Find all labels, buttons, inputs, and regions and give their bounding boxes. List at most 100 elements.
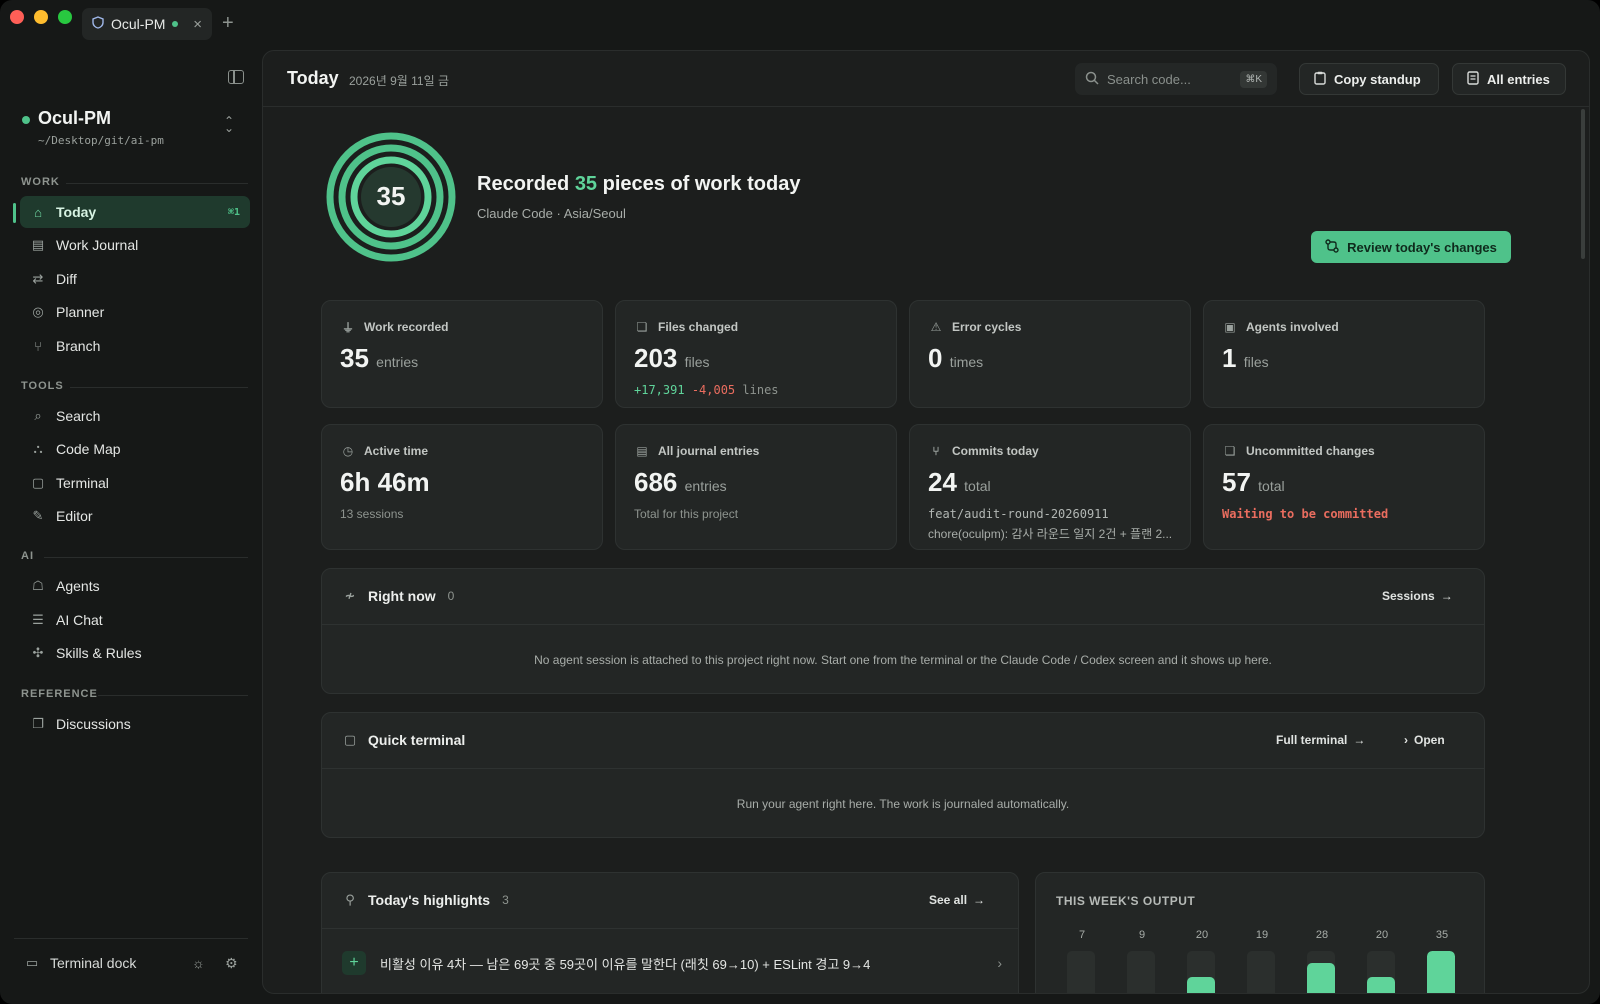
editor-icon: ✎ [32,508,44,523]
week-bar [1187,977,1215,993]
right-now-title: Right now [368,588,436,604]
stat-label-wrap: ◷ Active time [340,443,428,459]
progress-ring: 35 [325,131,457,263]
week-bar [1427,951,1455,993]
week-output-panel: THIS WEEK'S OUTPUT 7 9 20 19 28 20 35 [1035,872,1485,993]
week-output-title: THIS WEEK'S OUTPUT [1056,894,1196,908]
quick-terminal-message: Run your agent right here. The work is j… [736,797,1070,811]
week-bar [1307,963,1335,993]
scrollbar[interactable] [1581,109,1585,259]
target-icon: ◎ [32,304,44,319]
sidebar-item-editor[interactable]: ✎ Editor [20,500,250,532]
stat-label-wrap: ▣ Agents involved [1222,319,1338,335]
full-terminal-link[interactable]: Full terminal → [1276,733,1365,747]
sidebar-item-branch[interactable]: ⑂ Branch [20,330,250,362]
lines-removed: -4,005 [691,383,736,397]
sidebar-item-today[interactable]: ⌂ Today ⌘1 [20,196,250,228]
sidebar-item-search[interactable]: ⌕ Search [20,400,250,432]
stat-card-error-cycles[interactable]: ⚠ Error cycles 0 times [909,300,1191,408]
sidebar-item-discussions[interactable]: ❐ Discussions [20,708,250,740]
copy-standup-button[interactable]: Copy standup [1299,63,1439,95]
review-changes-button[interactable]: Review today's changes [1311,231,1511,263]
open-label: Open [1414,733,1445,747]
all-entries-button[interactable]: All entries [1452,63,1566,95]
page-title: Today [287,68,339,88]
stat-value-wrap: 0 times [928,343,983,374]
hero-title: Recorded 35 pieces of work today [477,173,800,196]
minimize-window-button[interactable] [34,10,48,24]
right-now-panel: ≁ Right now 0 Sessions → No agent sessio… [321,568,1485,694]
diff-icon [1325,238,1339,256]
commit-icon: ⑂ [932,444,940,458]
chat-icon: ☰ [32,612,44,627]
sidebar-item-code-map[interactable]: ⛬ Code Map [20,433,250,465]
stat-label-wrap: ⏚ Work recorded [340,319,448,335]
gear-icon[interactable]: ⚙ [225,955,238,972]
hero-title-prefix: Recorded [477,173,575,195]
tab-ocul-pm[interactable]: Ocul-PM × [82,8,212,40]
week-bar-track [1307,951,1335,993]
sidebar-item-planner[interactable]: ◎ Planner [20,296,250,328]
theme-sun-icon[interactable]: ☼ [192,955,205,971]
terminal-dock-button[interactable]: ▭ Terminal dock [24,955,137,971]
week-bar-value: 19 [1255,929,1269,941]
new-tab-button[interactable]: + [222,12,234,35]
stat-card-uncommitted[interactable]: ❏ Uncommitted changes 57 total Waiting to… [1203,424,1485,550]
pulse-icon: ⏚ [341,320,354,335]
sidebar-item-skills-rules[interactable]: ✣ Skills & Rules [20,637,250,669]
maximize-window-button[interactable] [58,10,72,24]
stat-value-wrap: 24 total [928,467,991,498]
search-icon: ⌕ [34,408,42,423]
highlight-item[interactable]: + 비활성 이유 4차 — 남은 69곳 중 59곳이 이유를 말한다 (래칫 … [342,951,1002,975]
hero-subtitle: Claude Code · Asia/Seoul [477,206,626,221]
journal-icon: ▤ [31,237,45,252]
stat-unit: entries [684,478,727,494]
week-bar-track [1187,951,1215,993]
copy-standup-label: Copy standup [1334,71,1421,87]
sidebar-item-work-journal[interactable]: ▤ Work Journal [20,229,250,261]
file-diff-icon: ❏ [636,320,648,334]
diff-icon: ⇄ [32,271,44,286]
see-all-link[interactable]: See all → [929,893,985,907]
chevron-right-icon: › [1404,733,1408,747]
all-entries-label: All entries [1487,71,1550,87]
clock-icon: ◷ [342,444,354,458]
close-window-button[interactable] [10,10,24,24]
stat-unit: total [1258,478,1285,494]
clipboard-icon [1314,71,1326,88]
stat-card-active-time[interactable]: ◷ Active time 6h 46m 13 sessions [321,424,603,550]
panel-title-wrap: ▢ Quick terminal [342,732,465,748]
divider [44,557,248,558]
divider [66,183,248,184]
sidebar-item-label: Agents [56,578,100,594]
sessions-link[interactable]: Sessions → [1382,589,1453,603]
sidebar-item-diff[interactable]: ⇄ Diff [20,263,250,295]
stat-card-commits-today[interactable]: ⑂ Commits today 24 total feat/audit-round… [909,424,1191,550]
stat-card-all-journal[interactable]: ▤ All journal entries 686 entries Total f… [615,424,897,550]
stat-value: 0 [928,343,943,373]
stat-label: Commits today [952,444,1039,458]
sidebar-footer: ▭ Terminal dock ☼ ⚙ [14,938,248,1004]
page-header: Today 2026년 9월 11일 금 Search code... ⌘K C… [263,51,1589,107]
highlights-panel: ⚲ Today's highlights 3 See all → + 비활성 이… [321,872,1019,993]
search-input[interactable]: Search code... ⌘K [1075,63,1277,95]
chevron-updown-icon[interactable]: ⌃ ⌄ [224,115,234,134]
stat-unit: entries [376,354,419,370]
stat-label: Error cycles [952,320,1022,334]
stat-card-agents-involved[interactable]: ▣ Agents involved 1 files [1203,300,1485,408]
sidebar-item-agents[interactable]: ☖ Agents [20,570,250,602]
stat-card-files-changed[interactable]: ❏ Files changed 203 files +17,391 -4,005 … [615,300,897,408]
close-tab-icon[interactable]: × [193,16,202,33]
stat-card-work-recorded[interactable]: ⏚ Work recorded 35 entries [321,300,603,408]
chevron-right-icon: › [997,955,1002,971]
last-commit-message: chore(oculpm): 감사 라운드 일지 2건 + 플랜 2... [928,527,1173,541]
section-label-ai: AI [21,550,34,562]
sidebar-item-ai-chat[interactable]: ☰ AI Chat [20,604,250,636]
sidebar-toggle-icon[interactable] [228,70,244,84]
pin-icon: ⚲ [345,892,355,907]
sidebar-item-label: Today [56,204,97,220]
section-label-tools: TOOLS [21,380,64,392]
project-status-dot [22,116,30,124]
sidebar-item-terminal[interactable]: ▢ Terminal [20,467,250,499]
open-terminal-link[interactable]: › Open [1404,733,1445,747]
